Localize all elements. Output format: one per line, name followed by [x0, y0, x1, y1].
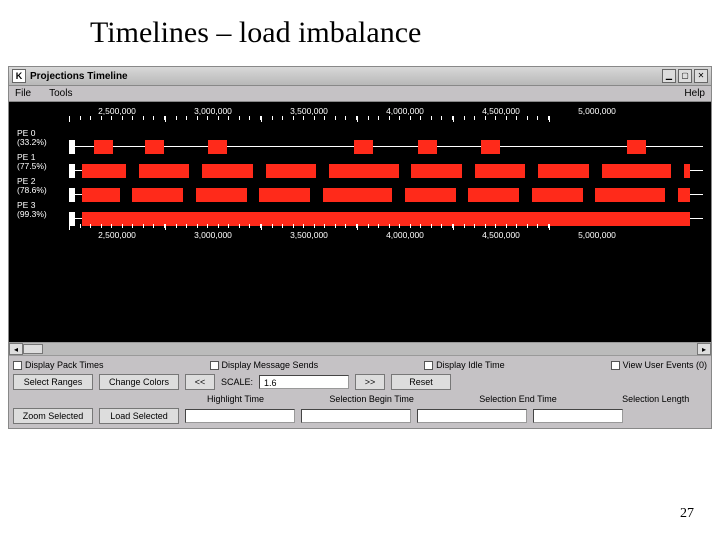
tick-label: 4,000,000 [386, 106, 424, 116]
scale-label: SCALE: [221, 377, 253, 387]
select-ranges-button[interactable]: Select Ranges [13, 374, 93, 390]
scale-field[interactable]: 1.6 [259, 375, 349, 389]
tick-label: 4,500,000 [482, 106, 520, 116]
highlight-time-label: Highlight Time [207, 394, 264, 404]
pe-label: PE 3(99.3%) [13, 201, 69, 220]
sel-end-field[interactable] [417, 409, 527, 423]
pe-label: PE 0(33.2%) [13, 129, 69, 148]
tick-label: 2,500,000 [98, 230, 136, 240]
menu-help[interactable]: Help [684, 88, 705, 99]
scroll-thumb[interactable] [23, 344, 43, 354]
app-window: K Projections Timeline ▁ ▢ ✕ File Tools … [8, 66, 712, 429]
window-title: Projections Timeline [30, 71, 660, 82]
scroll-track[interactable] [23, 343, 697, 355]
scroll-left-button[interactable]: ◂ [9, 343, 23, 355]
tick-label: 3,500,000 [290, 230, 328, 240]
tick-label: 2,500,000 [98, 106, 136, 116]
sel-end-label: Selection End Time [479, 394, 557, 404]
scroll-right-button[interactable]: ▸ [697, 343, 711, 355]
reset-button[interactable]: Reset [391, 374, 451, 390]
tick-label: 3,000,000 [194, 106, 232, 116]
timeline-canvas: 2,500,000 3,000,000 3,500,000 4,000,000 … [9, 102, 711, 270]
tick-label: 3,500,000 [290, 106, 328, 116]
menu-tools[interactable]: Tools [49, 88, 72, 99]
pe-label: PE 2(78.6%) [13, 177, 69, 196]
menu-file[interactable]: File [15, 88, 31, 99]
maximize-button[interactable]: ▢ [678, 69, 692, 83]
axis-bottom: 2,500,000 3,000,000 3,500,000 4,000,000 … [69, 222, 707, 240]
tick-label: 4,000,000 [386, 230, 424, 240]
empty-area [9, 270, 711, 342]
sel-len-field[interactable] [533, 409, 623, 423]
sel-begin-label: Selection Begin Time [329, 394, 414, 404]
checkbox-label: Display Idle Time [436, 360, 505, 370]
checkbox-pack-times[interactable]: Display Pack Times [13, 360, 104, 370]
sel-len-label: Selection Length [622, 394, 689, 404]
axis-top: 2,500,000 3,000,000 3,500,000 4,000,000 … [69, 106, 707, 124]
slide-title: Timelines – load imbalance [0, 0, 720, 58]
pe-label: PE 1(77.5%) [13, 153, 69, 172]
controls-panel: Display Pack Times Display Message Sends… [9, 356, 711, 428]
checkbox-label: Display Message Sends [222, 360, 319, 370]
checkbox-msg-sends[interactable]: Display Message Sends [210, 360, 319, 370]
titlebar: K Projections Timeline ▁ ▢ ✕ [9, 67, 711, 86]
prev-button[interactable]: << [185, 374, 215, 390]
pe-row: PE 0(33.2%) [13, 126, 707, 150]
h-scrollbar[interactable]: ◂ ▸ [9, 342, 711, 356]
checkbox-idle-time[interactable]: Display Idle Time [424, 360, 505, 370]
checkbox-user-events[interactable]: View User Events (0) [611, 360, 707, 370]
minimize-button[interactable]: ▁ [662, 69, 676, 83]
change-colors-button[interactable]: Change Colors [99, 374, 179, 390]
tick-label: 5,000,000 [578, 106, 616, 116]
tick-label: 4,500,000 [482, 230, 520, 240]
app-icon: K [12, 69, 26, 83]
highlight-time-field[interactable] [185, 409, 295, 423]
page-number: 27 [680, 506, 694, 522]
next-button[interactable]: >> [355, 374, 385, 390]
pe-rows: PE 0(33.2%) PE 1(77.5%) [13, 126, 707, 222]
zoom-selected-button[interactable]: Zoom Selected [13, 408, 93, 424]
close-button[interactable]: ✕ [694, 69, 708, 83]
load-selected-button[interactable]: Load Selected [99, 408, 179, 424]
sel-begin-field[interactable] [301, 409, 411, 423]
checkbox-label: Display Pack Times [25, 360, 104, 370]
tick-label: 5,000,000 [578, 230, 616, 240]
checkbox-label: View User Events (0) [623, 360, 707, 370]
menubar: File Tools Help [9, 86, 711, 102]
tick-label: 3,000,000 [194, 230, 232, 240]
